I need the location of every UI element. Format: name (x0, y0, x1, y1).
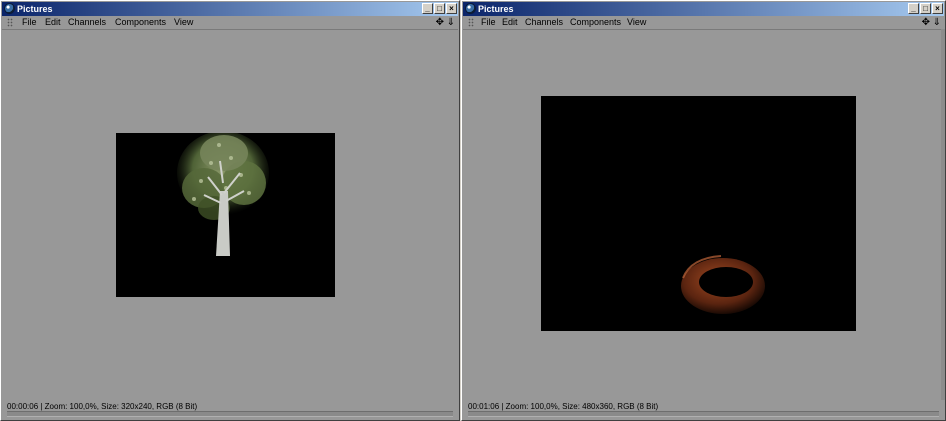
image-viewport[interactable] (463, 29, 944, 400)
maximize-icon[interactable]: □ (920, 3, 931, 14)
menu-edit[interactable]: Edit (502, 16, 518, 29)
menu-file[interactable]: File (481, 16, 496, 29)
window-title: Pictures (17, 4, 53, 14)
menu-bar: File Edit Channels Components View ✥ ⇓ (463, 16, 944, 29)
close-icon[interactable]: × (932, 3, 943, 14)
picture-viewer-window-right: Pictures _ □ × File Edit Channels Compon… (461, 0, 946, 421)
move-icon[interactable]: ✥ (922, 16, 930, 29)
app-icon[interactable] (4, 3, 15, 14)
menu-channels[interactable]: Channels (525, 16, 563, 29)
menu-channels[interactable]: Channels (68, 16, 106, 29)
timeline-track[interactable] (468, 411, 939, 417)
app-icon[interactable] (465, 3, 476, 14)
rendered-image-ring (541, 96, 856, 331)
picture-viewer-window-left: Pictures _ □ × File Edit Channels Compon… (0, 0, 460, 421)
vertical-scrollbar[interactable] (941, 29, 945, 400)
status-bar: 00:01:06 | Zoom: 100,0%, Size: 480x360, … (463, 400, 944, 419)
window-title: Pictures (478, 4, 514, 14)
menu-edit[interactable]: Edit (45, 16, 61, 29)
grip-icon (468, 18, 474, 27)
menu-components[interactable]: Components (570, 16, 621, 29)
timeline-track[interactable] (7, 411, 453, 417)
image-viewport[interactable] (2, 29, 458, 400)
title-bar[interactable]: Pictures _ □ × (463, 2, 944, 16)
arrow-down-icon[interactable]: ⇓ (447, 16, 455, 29)
menu-file[interactable]: File (22, 16, 37, 29)
menu-components[interactable]: Components (115, 16, 166, 29)
close-icon[interactable]: × (446, 3, 457, 14)
title-bar[interactable]: Pictures _ □ × (2, 2, 458, 16)
ring-image (681, 255, 765, 314)
maximize-icon[interactable]: □ (434, 3, 445, 14)
minimize-icon[interactable]: _ (908, 3, 919, 14)
menu-bar: File Edit Channels Components View ✥ ⇓ (2, 16, 458, 29)
arrow-down-icon[interactable]: ⇓ (933, 16, 941, 29)
move-icon[interactable]: ✥ (436, 16, 444, 29)
minimize-icon[interactable]: _ (422, 3, 433, 14)
status-bar: 00:00:06 | Zoom: 100,0%, Size: 320x240, … (2, 400, 458, 419)
grip-icon (7, 18, 13, 27)
menu-view[interactable]: View (174, 16, 193, 29)
menu-view[interactable]: View (627, 16, 646, 29)
rendered-image-tree (116, 133, 335, 297)
tree-image (177, 133, 269, 256)
